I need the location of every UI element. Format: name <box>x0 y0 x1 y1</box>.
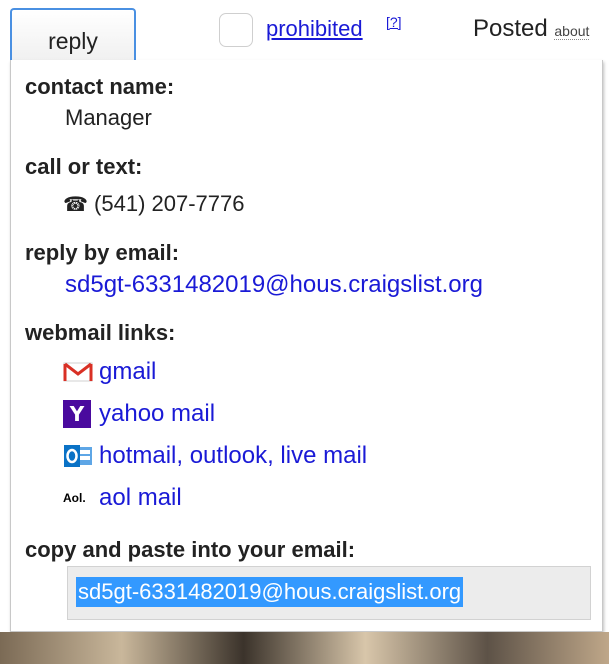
posted-info: Posted about <box>473 15 590 43</box>
aol-icon: Aol. <box>63 491 86 505</box>
reply-button[interactable]: reply <box>10 8 136 62</box>
help-link[interactable]: [?] <box>386 14 402 30</box>
phone-number: (541) 207-7776 <box>94 191 245 216</box>
webmail-label: webmail links: <box>25 320 176 345</box>
aol-mail-link[interactable]: Aol. aol mail <box>63 482 182 514</box>
copy-paste-label: copy and paste into your email: <box>25 537 356 562</box>
listing-photo-strip <box>0 632 609 664</box>
flag-checkbox[interactable] <box>219 13 253 47</box>
reply-email-label: reply by email: <box>25 240 180 265</box>
contact-name-label: contact name: <box>25 74 175 99</box>
reply-email-link[interactable]: sd5gt-6331482019@hous.craigslist.org <box>65 271 483 299</box>
yahoo-mail-label: yahoo mail <box>99 400 216 427</box>
phone-icon: ☎ <box>63 192 88 216</box>
copy-email-selected-text: sd5gt-6331482019@hous.craigslist.org <box>76 577 464 607</box>
outlook-label: hotmail, outlook, live mail <box>99 442 368 469</box>
gmail-icon <box>63 358 99 386</box>
call-label: call or text: <box>25 154 143 179</box>
gmail-link[interactable]: gmail <box>63 356 156 388</box>
aol-mail-label: aol mail <box>99 484 182 511</box>
posted-time: about <box>554 23 590 40</box>
outlook-link[interactable]: hotmail, outlook, live mail <box>63 440 367 472</box>
contact-name-value: Manager <box>65 105 152 130</box>
outlook-icon <box>63 442 99 470</box>
yahoo-mail-link[interactable]: Y yahoo mail <box>63 398 215 430</box>
copy-email-field[interactable]: sd5gt-6331482019@hous.craigslist.org <box>67 566 591 620</box>
reply-info-panel: contact name: Manager call or text: ☎ (5… <box>10 60 603 632</box>
phone-line: ☎ (541) 207-7776 <box>63 191 245 217</box>
yahoo-icon: Y <box>63 400 91 428</box>
prohibited-link[interactable]: prohibited <box>266 16 363 42</box>
gmail-label: gmail <box>99 358 157 385</box>
posted-label: Posted <box>473 15 548 42</box>
